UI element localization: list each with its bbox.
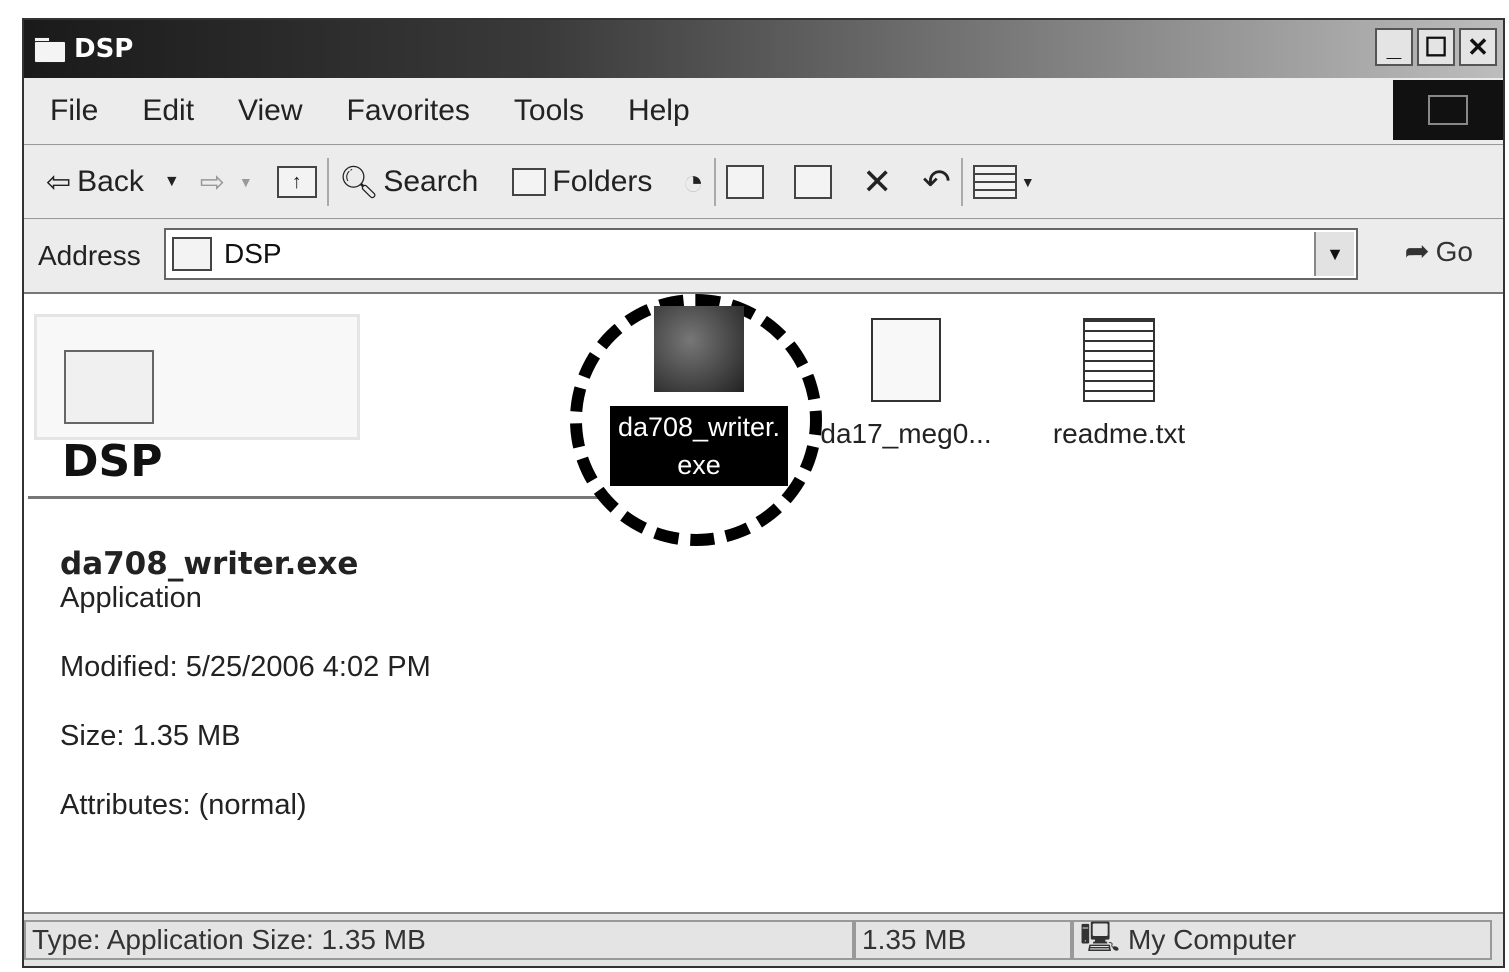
go-arrow-icon: ➦ — [1404, 235, 1430, 268]
views-icon — [972, 165, 1017, 199]
dropdown-arrow-icon[interactable]: ▼ — [164, 173, 180, 191]
up-folder-button[interactable]: ↑ — [276, 166, 317, 198]
status-location: 🖳 My Computer — [1072, 920, 1492, 960]
address-value: DSP — [224, 238, 282, 269]
selected-file-name: da708_writer.exe — [60, 546, 359, 582]
title-bar[interactable]: DSP _ ☐ ✕ — [24, 20, 1503, 78]
folders-icon — [512, 168, 547, 196]
up-folder-icon: ↑ — [276, 166, 317, 198]
folders-button[interactable]: Folders — [512, 165, 652, 199]
back-arrow-icon: ⇦ — [46, 165, 72, 199]
forward-arrow-icon: ⇨ — [199, 165, 225, 199]
dropdown-arrow-icon: ▼ — [1020, 174, 1035, 190]
file-label: da17_meg0... — [820, 418, 992, 449]
computer-icon: 🖳 — [1080, 920, 1121, 954]
menu-view[interactable]: View — [238, 94, 302, 128]
windows-logo-icon — [1393, 80, 1503, 140]
status-type-size: Type: Application Size: 1.35 MB — [24, 920, 854, 960]
search-icon: 🔍︎ — [338, 164, 380, 200]
toolbar-separator — [714, 158, 717, 206]
undo-button[interactable]: ↶ — [922, 162, 951, 202]
details-panel: da708_writer.exe Application Modified: 5… — [60, 546, 431, 822]
status-size: 1.35 MB — [854, 920, 1072, 960]
executable-icon — [654, 306, 744, 392]
explorer-window: DSP _ ☐ ✕ File Edit View Favorites Tools… — [22, 18, 1505, 968]
selected-file-type: Application — [60, 582, 202, 614]
search-button[interactable]: 🔍︎ Search — [339, 163, 479, 201]
menu-bar: File Edit View Favorites Tools Help — [24, 78, 1503, 145]
toolbar-separator — [326, 158, 329, 206]
minimize-button[interactable]: _ — [1375, 28, 1413, 66]
toolbar-separator — [960, 158, 963, 206]
close-button[interactable]: ✕ — [1459, 28, 1497, 66]
address-dropdown-button[interactable]: ▼ — [1314, 232, 1354, 276]
folders-label: Folders — [552, 165, 653, 198]
folder-icon — [64, 350, 154, 424]
status-location-label: My Computer — [1128, 924, 1297, 955]
delete-icon: ✕ — [862, 161, 893, 202]
menu-tools[interactable]: Tools — [514, 94, 584, 128]
file-label: da708_writer. exe — [609, 406, 789, 486]
copy-to-icon — [794, 165, 833, 199]
folder-icon — [172, 237, 212, 271]
forward-button[interactable]: ⇨ ▼ — [200, 165, 253, 200]
maximize-button[interactable]: ☐ — [1417, 28, 1455, 66]
menu-favorites[interactable]: Favorites — [347, 94, 470, 128]
views-button[interactable]: ▼ — [972, 165, 1035, 199]
menu-edit[interactable]: Edit — [142, 94, 194, 128]
go-button[interactable]: ➦ Go — [1405, 234, 1474, 269]
installer-icon — [871, 318, 941, 402]
folder-title: DSP — [62, 436, 163, 487]
divider — [28, 496, 598, 499]
back-button[interactable]: ⇦ Back ▼ — [46, 165, 180, 200]
move-to-button[interactable] — [726, 165, 765, 199]
dropdown-arrow-icon: ▼ — [238, 174, 253, 190]
address-label: Address — [38, 240, 141, 271]
file-label: readme.txt — [1052, 418, 1186, 449]
selected-file-modified: Modified: 5/25/2006 4:02 PM — [60, 651, 431, 683]
menu-file[interactable]: File — [50, 94, 98, 128]
menu-help[interactable]: Help — [628, 94, 690, 128]
delete-button[interactable]: ✕ — [862, 161, 892, 203]
file-item-da17-meg0[interactable]: da17_meg0... — [806, 318, 1006, 450]
folder-icon — [32, 35, 68, 63]
undo-icon: ↶ — [922, 163, 951, 201]
status-bar: Type: Application Size: 1.35 MB 1.35 MB … — [24, 912, 1503, 966]
history-button[interactable]: ◔ — [682, 161, 704, 203]
file-item-readme[interactable]: readme.txt — [1034, 318, 1204, 450]
address-field[interactable]: DSP ▼ — [164, 228, 1358, 280]
go-label: Go — [1435, 235, 1473, 267]
file-item-da708-writer[interactable]: da708_writer. exe — [594, 306, 804, 486]
text-file-icon — [1083, 318, 1155, 402]
file-view[interactable]: DSP da708_writer.exe Application Modifie… — [24, 294, 1503, 914]
search-label: Search — [383, 165, 479, 198]
toolbar: ⇦ Back ▼ ⇨ ▼ ↑ 🔍︎ Search Folders ◔ ✕ ↶ ▼ — [24, 146, 1503, 219]
back-label: Back — [77, 165, 144, 198]
move-to-icon — [726, 165, 765, 199]
window-title: DSP — [74, 34, 134, 64]
history-icon: ◔ — [682, 161, 705, 202]
selected-file-size: Size: 1.35 MB — [60, 720, 241, 752]
selected-file-attributes: Attributes: (normal) — [60, 789, 307, 821]
copy-to-button[interactable] — [794, 165, 833, 199]
address-bar: Address DSP ▼ ➦ Go — [24, 220, 1503, 294]
